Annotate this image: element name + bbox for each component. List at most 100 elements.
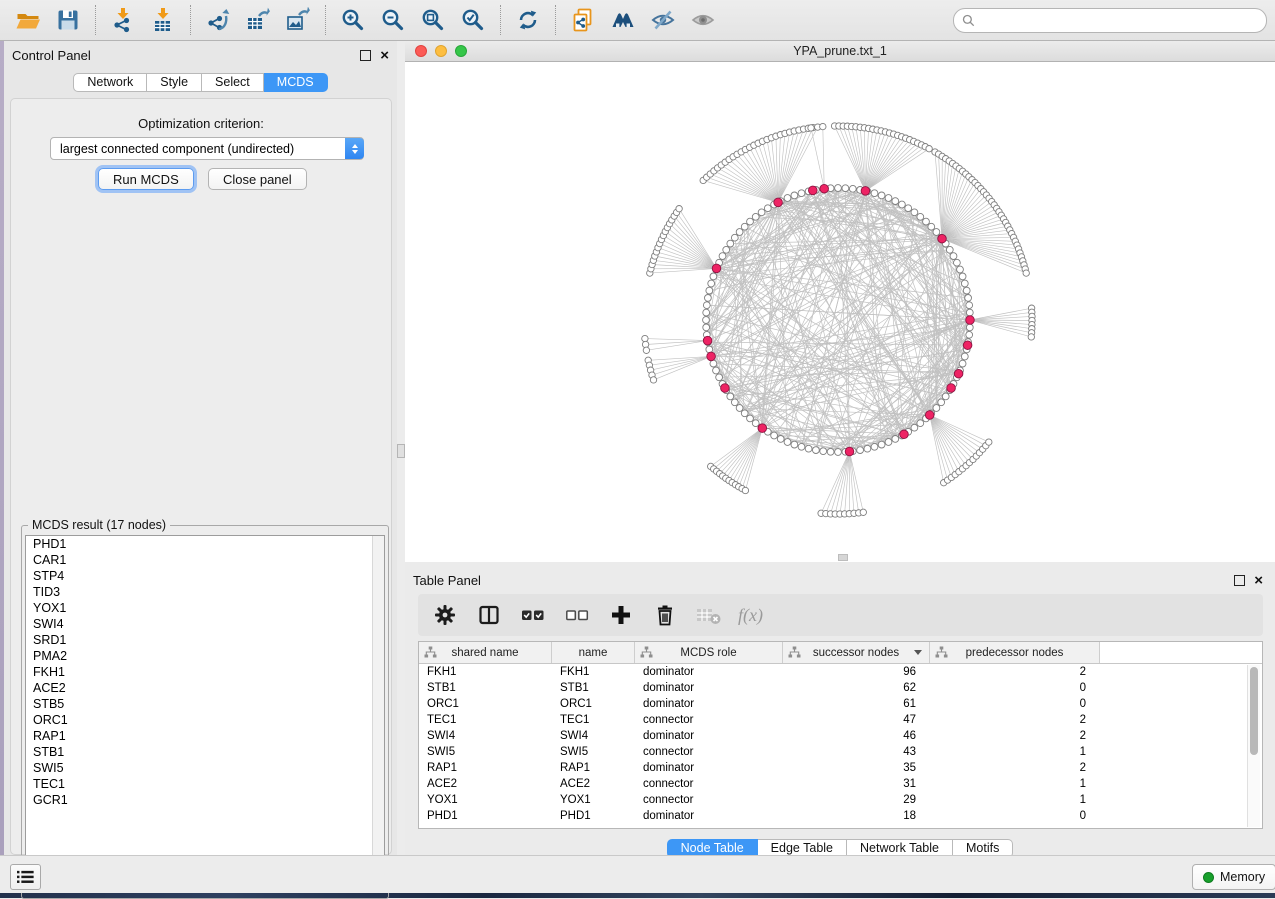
graph-mcds-node[interactable] (809, 186, 818, 195)
graph-mcds-node[interactable] (925, 411, 934, 420)
graph-node[interactable] (954, 259, 961, 266)
graph-leaf-node[interactable] (1028, 334, 1034, 340)
graph-node[interactable] (736, 229, 743, 236)
graph-node[interactable] (835, 185, 842, 192)
graph-node[interactable] (917, 213, 924, 220)
tab-select[interactable]: Select (202, 73, 264, 92)
mcds-result-item[interactable]: GCR1 (26, 792, 384, 808)
graph-node[interactable] (820, 448, 827, 455)
graph-node[interactable] (849, 185, 856, 192)
graph-node[interactable] (878, 441, 885, 448)
function-builder-label[interactable]: f(x) (738, 605, 763, 626)
table-row[interactable]: STB1STB1dominator620 (419, 680, 1262, 696)
graph-node[interactable] (911, 209, 918, 216)
table-scrollbar-thumb[interactable] (1250, 667, 1258, 755)
close-panel-button[interactable]: Close panel (208, 168, 307, 190)
graph-node[interactable] (710, 360, 717, 367)
delete-table-button[interactable] (694, 600, 724, 630)
graph-node[interactable] (736, 405, 743, 412)
graph-leaf-node[interactable] (642, 335, 648, 341)
graph-node[interactable] (933, 229, 940, 236)
graph-node[interactable] (723, 246, 730, 253)
graph-mcds-node[interactable] (947, 384, 956, 393)
graph-node[interactable] (798, 190, 805, 197)
toggle-columns-button[interactable] (474, 600, 504, 630)
task-history-button[interactable] (10, 864, 41, 890)
optimization-criterion-select[interactable]: largest connected component (undirected) (50, 137, 364, 160)
add-column-button[interactable] (606, 600, 636, 630)
network-graph-canvas[interactable] (405, 62, 1275, 562)
graph-node[interactable] (928, 223, 935, 230)
graph-node[interactable] (784, 439, 791, 446)
graph-node[interactable] (885, 439, 892, 446)
table-row[interactable]: TEC1TEC1connector472 (419, 712, 1262, 728)
graph-node[interactable] (805, 445, 812, 452)
table-row[interactable]: PHD1PHD1dominator180 (419, 808, 1262, 824)
graph-node[interactable] (752, 213, 759, 220)
zoom-selected-button[interactable] (453, 3, 493, 37)
graph-mcds-node[interactable] (954, 369, 963, 378)
mcds-result-item[interactable]: STP4 (26, 568, 384, 584)
graph-node[interactable] (966, 309, 973, 316)
graph-mcds-node[interactable] (774, 198, 783, 207)
hide-selected-button[interactable] (643, 3, 683, 37)
mcds-result-item[interactable]: ORC1 (26, 712, 384, 728)
graph-node[interactable] (892, 198, 899, 205)
graph-node[interactable] (892, 436, 899, 443)
refresh-layout-button[interactable] (508, 3, 548, 37)
new-network-from-selection-button[interactable] (563, 3, 603, 37)
graph-mcds-node[interactable] (861, 187, 870, 196)
mcds-result-item[interactable]: YOX1 (26, 600, 384, 616)
graph-node[interactable] (731, 399, 738, 406)
export-image-button[interactable] (278, 3, 318, 37)
export-table-button[interactable] (238, 3, 278, 37)
graph-node[interactable] (946, 246, 953, 253)
graph-node[interactable] (885, 195, 892, 202)
zoom-fit-button[interactable] (413, 3, 453, 37)
graph-node[interactable] (710, 273, 717, 280)
column-header-predecessor-nodes[interactable]: predecessor nodes (930, 642, 1100, 663)
mcds-result-item[interactable]: SRD1 (26, 632, 384, 648)
import-network-button[interactable] (103, 3, 143, 37)
graph-node[interactable] (791, 192, 798, 199)
float-panel-icon[interactable] (1234, 575, 1245, 586)
tab-mcds[interactable]: MCDS (264, 73, 328, 92)
network-window-titlebar[interactable]: YPA_prune.txt_1 (405, 41, 1275, 62)
import-table-button[interactable] (143, 3, 183, 37)
graph-node[interactable] (905, 205, 912, 212)
search-field[interactable] (953, 8, 1267, 33)
graph-node[interactable] (911, 424, 918, 431)
table-row[interactable]: SWI5SWI5connector431 (419, 744, 1262, 760)
mcds-result-list[interactable]: PHD1CAR1STP4TID3YOX1SWI4SRD1PMA2FKH1ACE2… (25, 535, 385, 888)
graph-leaf-node[interactable] (1023, 270, 1029, 276)
graph-node[interactable] (708, 280, 715, 287)
graph-leaf-node[interactable] (820, 123, 826, 129)
graph-node[interactable] (957, 266, 964, 273)
graph-node[interactable] (719, 253, 726, 260)
graph-node[interactable] (764, 205, 771, 212)
mcds-result-item[interactable]: TEC1 (26, 776, 384, 792)
open-session-button[interactable] (8, 3, 48, 37)
graph-mcds-node[interactable] (938, 234, 947, 243)
graph-leaf-node[interactable] (808, 125, 814, 131)
graph-node[interactable] (959, 273, 966, 280)
graph-node[interactable] (706, 287, 713, 294)
graph-node[interactable] (713, 367, 720, 374)
graph-mcds-node[interactable] (845, 447, 854, 456)
find-button[interactable] (603, 3, 643, 37)
graph-node[interactable] (966, 324, 973, 331)
graph-leaf-node[interactable] (926, 146, 932, 152)
graph-node[interactable] (791, 441, 798, 448)
mcds-result-item[interactable]: PHD1 (26, 536, 384, 552)
graph-mcds-node[interactable] (721, 384, 730, 393)
select-all-button[interactable] (518, 600, 548, 630)
graph-mcds-node[interactable] (712, 264, 721, 273)
show-all-button[interactable] (683, 3, 723, 37)
graph-node[interactable] (961, 353, 968, 360)
graph-node[interactable] (798, 443, 805, 450)
export-network-button[interactable] (198, 3, 238, 37)
graph-node[interactable] (923, 218, 930, 225)
graph-leaf-node[interactable] (650, 377, 656, 383)
column-header-successor-nodes[interactable]: successor nodes (783, 642, 930, 663)
graph-node[interactable] (703, 317, 710, 324)
